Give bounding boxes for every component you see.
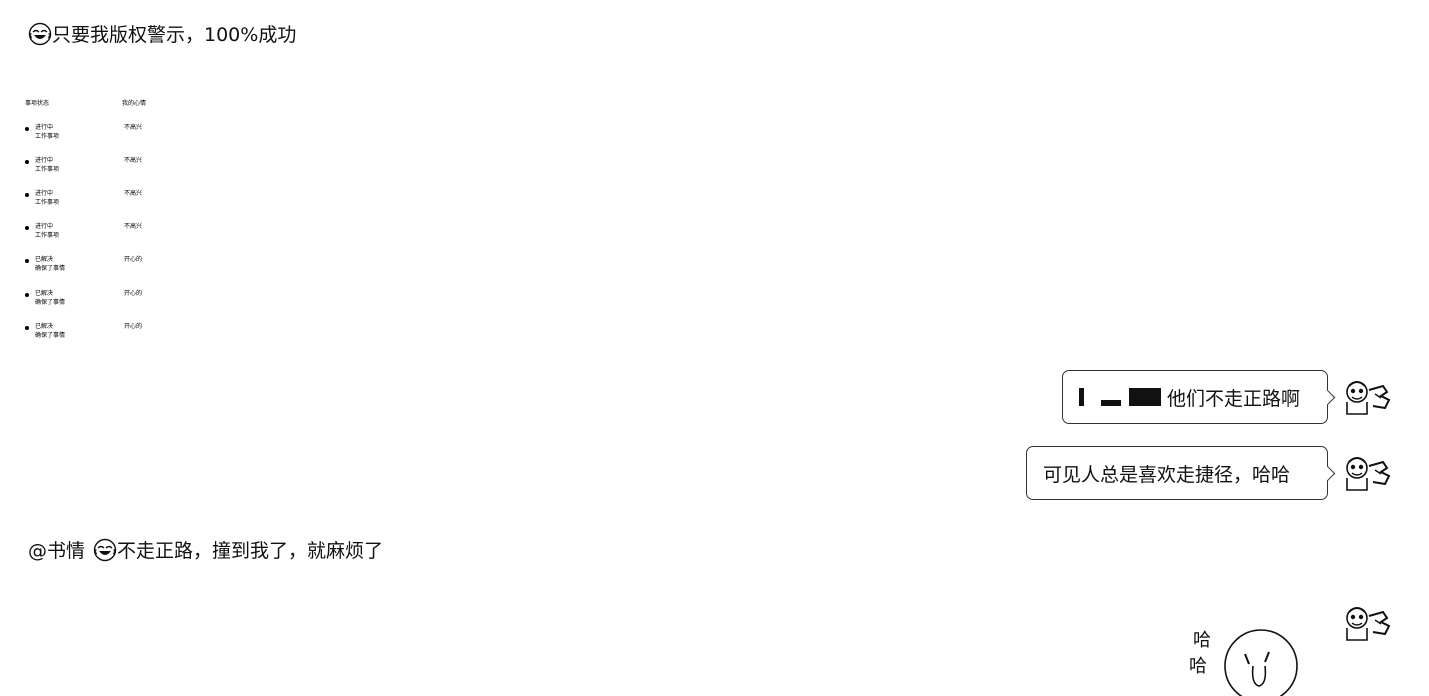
message-bottom: @书情 不走正路，撞到我了，就麻烦了 (28, 536, 383, 563)
sticker-face-icon (1224, 629, 1298, 696)
user-avatar-icon[interactable] (1343, 602, 1395, 642)
row-feel: 开心的 (124, 256, 143, 263)
row-sub: 工作事项 (35, 166, 60, 173)
message-top-text: 只要我版权警示，100%成功 (52, 24, 297, 46)
mention-link[interactable]: @书情 (28, 536, 85, 563)
mini-table-row: 进行中 工作事项 不高兴 (22, 157, 182, 177)
chat-bubble-text: 可见人总是喜欢走捷径，哈哈 (1043, 463, 1291, 486)
bullet-icon (25, 193, 29, 197)
mini-table-row: 进行中 工作事项 不高兴 (22, 223, 182, 243)
bullet-icon (25, 160, 29, 164)
row-status: 进行中 (35, 190, 54, 197)
chat-bubble-right: 可见人总是喜欢走捷径，哈哈 (1026, 446, 1336, 500)
bubble-tail (1319, 389, 1336, 406)
mini-table-row: 已解决 确保了事情 开心的 (22, 256, 182, 276)
row-feel: 不高兴 (124, 124, 143, 131)
row-feel: 开心的 (124, 290, 143, 297)
row-status: 已解决 (35, 290, 54, 297)
mini-table-row: 已解决 确保了事情 开心的 (22, 323, 182, 343)
mini-table-row: 进行中 工作事项 不高兴 (22, 190, 182, 210)
row-feel: 不高兴 (124, 190, 143, 197)
bullet-icon (25, 293, 29, 297)
mini-table-header: 事项状态 我的心情 (22, 98, 182, 108)
embedded-table-image: 事项状态 我的心情 进行中 工作事项 不高兴 进行中 工作事项 不高兴 进行中 … (22, 98, 182, 348)
row-sub: 工作事项 (35, 199, 60, 206)
laughing-emoji-icon (93, 538, 117, 561)
row-status: 已解决 (35, 323, 54, 330)
user-avatar-icon[interactable] (1343, 452, 1395, 492)
row-sub: 确保了事情 (35, 299, 66, 306)
mini-header-status: 事项状态 (25, 100, 50, 107)
row-status: 进行中 (35, 157, 54, 164)
redacted-mention (1079, 388, 1161, 406)
bullet-icon (25, 127, 29, 131)
bullet-icon (25, 259, 29, 263)
row-feel: 开心的 (124, 323, 143, 330)
laughing-sticker: 哈 哈 (1185, 620, 1305, 696)
bullet-icon (25, 326, 29, 330)
message-bottom-text: 不走正路，撞到我了，就麻烦了 (117, 540, 384, 562)
chat-bubble-text: 他们不走正路啊 (1167, 387, 1301, 410)
bubble-tail (1319, 465, 1336, 482)
message-top: 只要我版权警示，100%成功 (28, 20, 296, 47)
row-status: 进行中 (35, 124, 54, 131)
row-sub: 确保了事情 (35, 265, 66, 272)
sticker-text-top: 哈 (1193, 630, 1211, 651)
row-status: 进行中 (35, 223, 54, 230)
row-feel: 不高兴 (124, 157, 143, 164)
row-sub: 确保了事情 (35, 332, 66, 339)
chat-bubble-right: 他们不走正路啊 (1062, 370, 1336, 424)
row-sub: 工作事项 (35, 133, 60, 140)
mini-table-row: 进行中 工作事项 不高兴 (22, 124, 182, 144)
bullet-icon (25, 226, 29, 230)
row-status: 已解决 (35, 256, 54, 263)
row-sub: 工作事项 (35, 232, 60, 239)
mini-header-feel: 我的心情 (122, 100, 147, 107)
mini-table-row: 已解决 确保了事情 开心的 (22, 290, 182, 310)
laughing-emoji-icon (28, 22, 52, 45)
user-avatar-icon[interactable] (1343, 376, 1395, 416)
row-feel: 不高兴 (124, 223, 143, 230)
sticker-text-bottom: 哈 (1189, 656, 1207, 677)
